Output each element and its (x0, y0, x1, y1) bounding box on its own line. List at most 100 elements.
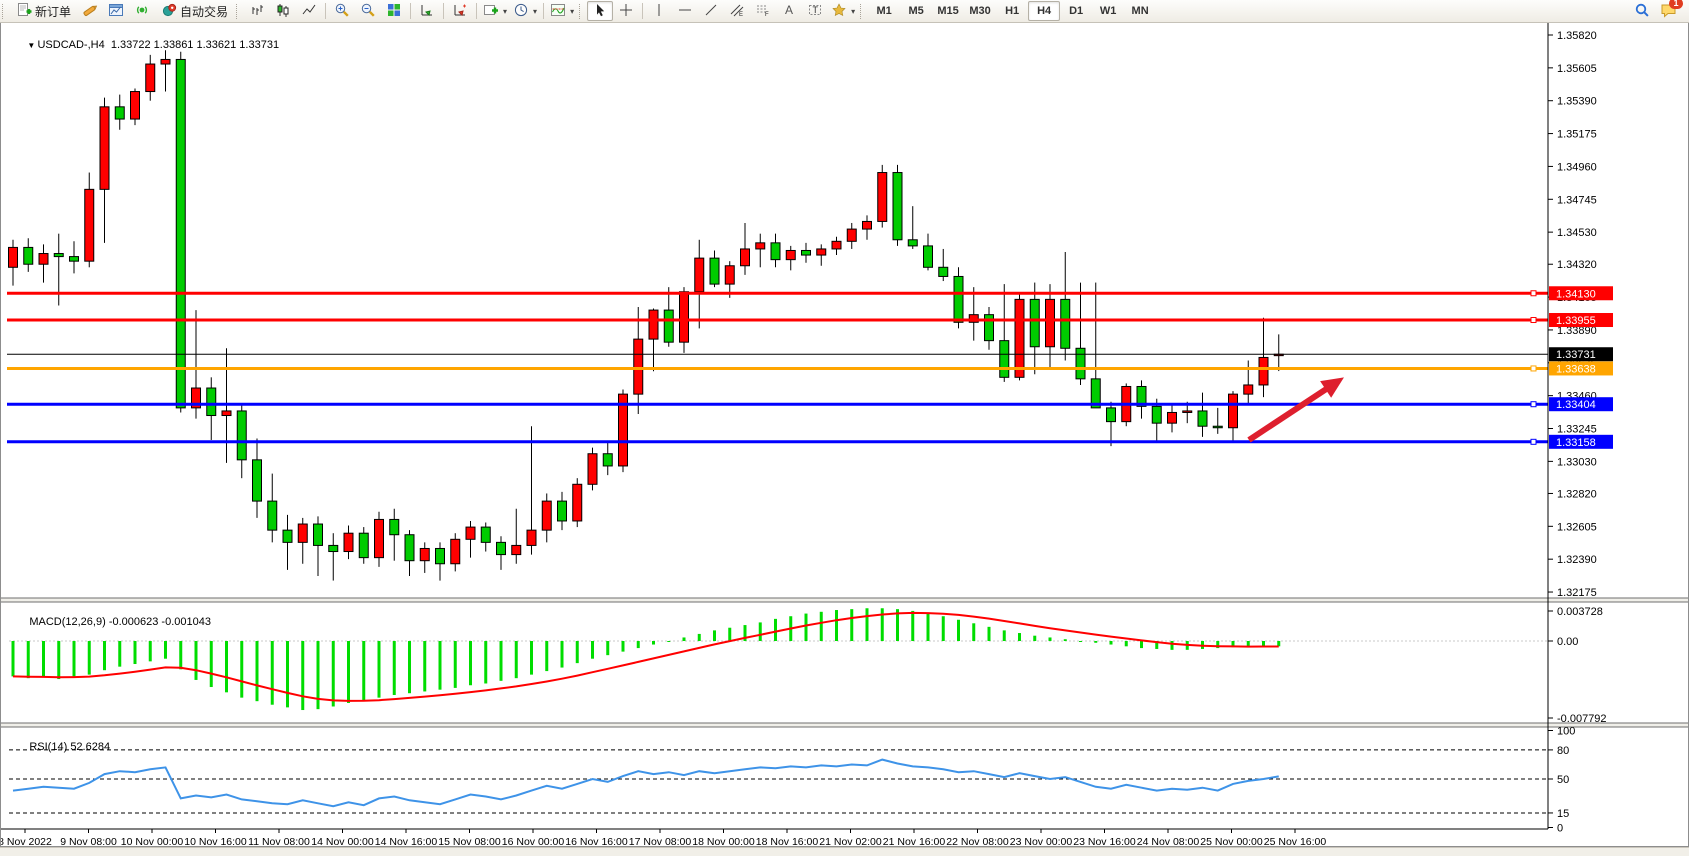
candle (1107, 408, 1116, 422)
macd-bar (88, 641, 91, 675)
candle (54, 254, 63, 257)
profile-next-button[interactable] (414, 1, 440, 21)
macd-axis-label: -0.007792 (1557, 713, 1607, 725)
rsi-axis-label: 50 (1557, 774, 1569, 786)
candle (878, 173, 887, 222)
timeframe-mn-button[interactable]: MN (1124, 1, 1156, 21)
line-handle[interactable] (1531, 366, 1536, 371)
macd-bar (835, 610, 838, 641)
candle (207, 388, 216, 416)
toolbar-grip[interactable] (860, 4, 865, 19)
line-handle[interactable] (1531, 439, 1536, 444)
candle (542, 501, 551, 530)
macd-bar (850, 609, 853, 641)
profile-prev-button[interactable] (447, 1, 473, 21)
candle (268, 501, 277, 530)
candle (527, 530, 536, 545)
time-tick-label: 8 Nov 2022 (1, 836, 52, 846)
macd-bar (515, 641, 518, 678)
line-handle[interactable] (1531, 318, 1536, 323)
time-tick-label: 22 Nov 08:00 (946, 836, 1009, 846)
text-label-button[interactable]: T (802, 1, 828, 21)
candle (115, 107, 124, 119)
pane-separator[interactable] (1, 723, 1688, 727)
timeframe-d1-button[interactable]: D1 (1060, 1, 1092, 21)
macd-bar (683, 637, 686, 641)
macd-label: MACD(12,26,9) -0.000623 -0.001043 (11, 604, 211, 640)
price-tick-label: 1.35605 (1557, 63, 1597, 75)
crayon-button[interactable] (77, 1, 103, 21)
fibonacci-icon: F (755, 2, 771, 21)
candle (1213, 426, 1222, 428)
macd-bar (1018, 633, 1021, 641)
candle (298, 524, 307, 542)
cursor-button[interactable] (587, 1, 613, 21)
chart-canvas[interactable]: 1.358201.356051.353901.351751.349601.347… (1, 23, 1688, 846)
periods-button[interactable]: ▾ (510, 1, 540, 21)
macd-bar (500, 641, 503, 681)
trendline-button[interactable] (698, 1, 724, 21)
crayon-icon (82, 2, 98, 21)
new-order-label: 新订单 (35, 3, 71, 20)
timeframe-h1-button[interactable]: H1 (996, 1, 1028, 21)
zoom-in-button[interactable] (329, 1, 355, 21)
macd-bar (134, 641, 137, 664)
crosshair-button[interactable] (613, 1, 639, 21)
tile-windows-button[interactable] (381, 1, 407, 21)
line-handle[interactable] (1531, 402, 1536, 407)
line-chart-button[interactable] (296, 1, 322, 21)
timeframe-m5-button[interactable]: M5 (900, 1, 932, 21)
toolbar-grip[interactable] (579, 4, 584, 19)
signal-button[interactable] (129, 1, 155, 21)
time-tick-label: 18 Nov 00:00 (692, 836, 755, 846)
horizontal-line-button[interactable] (672, 1, 698, 21)
community-button[interactable]: 1 (1655, 1, 1681, 21)
toolbar-grip[interactable] (236, 4, 241, 19)
search-button[interactable] (1629, 1, 1655, 21)
price-line-label: 1.33404 (1556, 399, 1596, 411)
macd-bar (1140, 641, 1143, 648)
new-order-button[interactable]: 新订单 (10, 1, 77, 21)
timeframe-m1-button[interactable]: M1 (868, 1, 900, 21)
candle (1168, 412, 1177, 423)
tile-windows-icon (386, 2, 402, 21)
chart-window-button[interactable] (103, 1, 129, 21)
zoom-out-button[interactable] (355, 1, 381, 21)
macd-values: -0.000623 -0.001043 (109, 616, 211, 628)
macd-bar (1125, 641, 1128, 646)
candle (390, 519, 399, 534)
macd-bar (27, 641, 30, 678)
text-button[interactable]: A (776, 1, 802, 21)
text-label-icon: T (807, 2, 823, 21)
toolbar-grip[interactable] (2, 4, 7, 19)
macd-axis-label: 0.003728 (1557, 606, 1603, 618)
timeframe-h4-button[interactable]: H4 (1028, 1, 1060, 21)
add-chart-button[interactable]: ▾ (480, 1, 510, 21)
shapes-button[interactable]: ▾ (828, 1, 858, 21)
macd-bar (866, 608, 869, 641)
vertical-line-button[interactable] (646, 1, 672, 21)
time-tick-label: 21 Nov 16:00 (883, 836, 946, 846)
price-line-label: 1.33638 (1556, 363, 1596, 375)
line-handle[interactable] (1531, 291, 1536, 296)
macd-bar (622, 641, 625, 652)
bar-chart-button[interactable] (244, 1, 270, 21)
pane-separator[interactable] (1, 598, 1688, 602)
candle (741, 249, 750, 266)
fibonacci-button[interactable]: F (750, 1, 776, 21)
time-tick-label: 9 Nov 08:00 (60, 836, 117, 846)
candlestick-button[interactable] (270, 1, 296, 21)
timeframe-m15-button[interactable]: M15 (932, 1, 964, 21)
macd-bar (240, 641, 243, 698)
channel-button[interactable]: E (724, 1, 750, 21)
timeframe-w1-button[interactable]: W1 (1092, 1, 1124, 21)
autotrading-button[interactable]: 自动交易 (155, 1, 234, 21)
macd-bar (713, 630, 716, 641)
macd-bar (805, 614, 808, 641)
candle (1198, 411, 1207, 426)
chart-dropdown-icon[interactable]: ▼ (27, 41, 37, 50)
indicator-list-button[interactable]: ▾ (547, 1, 577, 21)
time-tick-label: 23 Nov 16:00 (1073, 836, 1136, 846)
timeframe-m30-button[interactable]: M30 (964, 1, 996, 21)
candle (237, 411, 246, 460)
